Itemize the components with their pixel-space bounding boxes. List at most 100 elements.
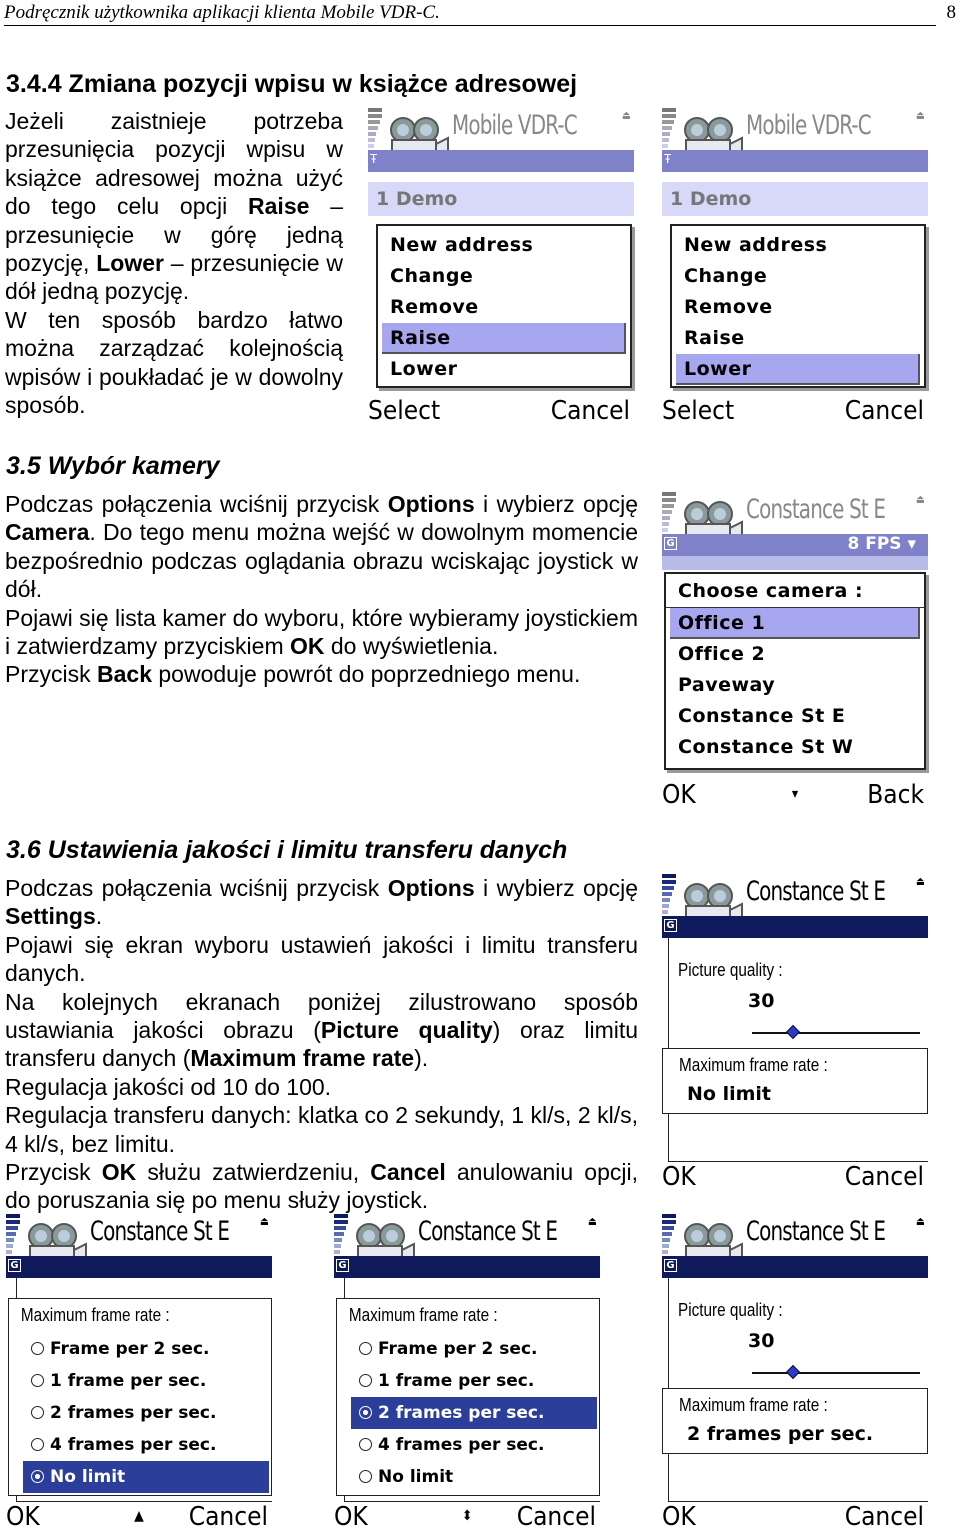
frame-rate-label: Maximum frame rate : xyxy=(679,1055,828,1075)
camera-option[interactable]: Office 1 xyxy=(670,608,920,639)
right-softkey[interactable]: Back xyxy=(867,780,924,810)
frame-rate-field[interactable]: Maximum frame rate : No limit xyxy=(662,1048,928,1114)
menu-item[interactable]: Lower xyxy=(378,354,630,385)
frame-rate-field[interactable]: Maximum frame rate : 2 frames per sec. xyxy=(662,1388,928,1454)
radio-option[interactable]: 4 frames per sec. xyxy=(23,1429,269,1461)
signal-bar xyxy=(662,132,670,136)
slider-track[interactable] xyxy=(752,1032,920,1034)
radio-button-icon[interactable] xyxy=(359,1438,372,1451)
frame-rate-value: No limit xyxy=(687,1083,771,1105)
signal-bar xyxy=(368,144,374,148)
radio-button-icon[interactable] xyxy=(31,1470,44,1483)
menu-title: Choose camera : xyxy=(666,574,924,608)
radio-option[interactable]: 1 frame per sec. xyxy=(351,1365,597,1397)
camera-option[interactable]: Constance St W xyxy=(666,732,924,763)
signal-bar xyxy=(662,492,676,496)
camera-option[interactable]: Paveway xyxy=(666,670,924,701)
right-softkey[interactable]: Cancel xyxy=(845,396,924,426)
left-softkey[interactable]: Select xyxy=(368,396,440,426)
right-softkey[interactable]: Cancel xyxy=(189,1502,268,1532)
camera-option[interactable]: Constance St E xyxy=(666,701,924,732)
radio-button-icon[interactable] xyxy=(31,1406,44,1419)
quality-slider[interactable] xyxy=(752,1024,920,1040)
paragraph: Podczas połączenia wciśnij przycisk Opti… xyxy=(5,491,638,603)
quality-slider[interactable] xyxy=(752,1364,920,1380)
camera-menu: Choose camera : Office 1 Office 2 Paveway Co… xyxy=(664,572,926,770)
radio-button-icon[interactable] xyxy=(31,1342,44,1355)
signal-bar xyxy=(368,120,380,124)
left-softkey[interactable]: OK xyxy=(662,1502,696,1532)
title-bar: Ŧ xyxy=(368,150,634,172)
signal-bar xyxy=(662,1220,676,1224)
paragraph: Pojawi się lista kamer do wyboru, które … xyxy=(5,604,638,660)
signal-bar xyxy=(662,910,668,914)
menu-item[interactable]: Remove xyxy=(672,292,924,323)
signal-bar xyxy=(334,1250,340,1254)
radio-label: 2 frames per sec. xyxy=(50,1403,217,1423)
fps-indicator[interactable]: 8 FPS ▾ xyxy=(847,534,916,554)
frame-rate-list: Maximum frame rate : Frame per 2 sec. 1 fr… xyxy=(8,1298,272,1496)
radio-option[interactable]: 1 frame per sec. xyxy=(23,1365,269,1397)
address-list-item: 1 Demo xyxy=(662,182,928,216)
radio-option[interactable]: Frame per 2 sec. xyxy=(351,1333,597,1365)
radio-label: No limit xyxy=(50,1467,126,1487)
screen-frame-rate-no-limit: Constance St E ⏏ G Maximum frame rate : F… xyxy=(4,1212,274,1532)
menu-item[interactable]: Raise xyxy=(382,323,626,354)
radio-option[interactable]: Frame per 2 sec. xyxy=(23,1333,269,1365)
signal-bar xyxy=(368,108,382,112)
left-softkey[interactable]: OK xyxy=(662,780,696,810)
menu-item[interactable]: New address xyxy=(378,230,630,261)
right-softkey[interactable]: Cancel xyxy=(551,396,630,426)
section-3-6-text: Podczas połączenia wciśnij przycisk Opti… xyxy=(5,874,638,1215)
radio-option[interactable]: 2 frames per sec. xyxy=(23,1397,269,1429)
signal-bar xyxy=(662,120,674,124)
signal-bar xyxy=(662,528,668,532)
menu-item[interactable]: Lower xyxy=(676,354,920,385)
radio-option[interactable]: No limit xyxy=(351,1461,597,1493)
radio-button-icon[interactable] xyxy=(359,1342,372,1355)
section-heading-3-4-4: 3.4.4 Zmiana pozycji wpisu w książce adr… xyxy=(6,70,578,98)
left-softkey[interactable]: Select xyxy=(662,396,734,426)
menu-item[interactable]: New address xyxy=(672,230,924,261)
signal-bar xyxy=(6,1214,20,1218)
radio-button-icon[interactable] xyxy=(359,1470,372,1483)
radio-option[interactable]: No limit xyxy=(23,1461,269,1493)
radio-button-icon[interactable] xyxy=(31,1374,44,1387)
signal-bar xyxy=(662,498,676,502)
frame-rate-label: Maximum frame rate : xyxy=(679,1395,828,1415)
slider-track[interactable] xyxy=(752,1372,920,1374)
paragraph: W ten sposób bardzo łatwo można zarządza… xyxy=(5,306,343,419)
paragraph: Przycisk Back powoduje powrót do poprzed… xyxy=(5,661,581,688)
signal-bar xyxy=(662,880,676,884)
right-softkey[interactable]: Cancel xyxy=(517,1502,596,1532)
left-softkey[interactable]: OK xyxy=(6,1502,40,1532)
screen-settings-2fps: Constance St E ⏏ G Picture quality : 30 Ma… xyxy=(660,1212,930,1532)
menu-item[interactable]: Remove xyxy=(378,292,630,323)
radio-option[interactable]: 2 frames per sec. xyxy=(351,1397,597,1429)
slider-thumb[interactable] xyxy=(786,1364,801,1380)
radio-button-icon[interactable] xyxy=(359,1406,372,1419)
address-list-item: 1 Demo xyxy=(368,182,634,216)
signal-bar xyxy=(662,874,676,878)
document-title: Podręcznik użytkownika aplikacji klienta… xyxy=(4,2,440,23)
left-softkey[interactable]: OK xyxy=(334,1502,368,1532)
camera-option[interactable]: Office 2 xyxy=(666,639,924,670)
frame-rate-label: Maximum frame rate : xyxy=(20,1305,170,1325)
radio-label: 1 frame per sec. xyxy=(50,1371,207,1391)
right-softkey[interactable]: Cancel xyxy=(845,1502,924,1532)
radio-button-icon[interactable] xyxy=(359,1374,372,1387)
right-softkey[interactable]: Cancel xyxy=(845,1162,924,1192)
radio-option[interactable]: 4 frames per sec. xyxy=(351,1429,597,1461)
radio-button-icon[interactable] xyxy=(31,1438,44,1451)
left-softkey[interactable]: OK xyxy=(662,1162,696,1192)
app-title: Constance St E xyxy=(746,876,886,907)
title-bar: G xyxy=(6,1256,272,1278)
menu-item[interactable]: Change xyxy=(378,261,630,292)
menu-item[interactable]: Raise xyxy=(672,323,924,354)
menu-item[interactable]: Change xyxy=(672,261,924,292)
title-bar: Ŧ xyxy=(662,150,928,172)
section-3-5-text: Podczas połączenia wciśnij przycisk Opti… xyxy=(5,490,638,689)
options-menu: New address Change Remove Raise Lower xyxy=(670,224,926,388)
signal-bar xyxy=(662,1232,672,1236)
slider-thumb[interactable] xyxy=(786,1024,801,1040)
